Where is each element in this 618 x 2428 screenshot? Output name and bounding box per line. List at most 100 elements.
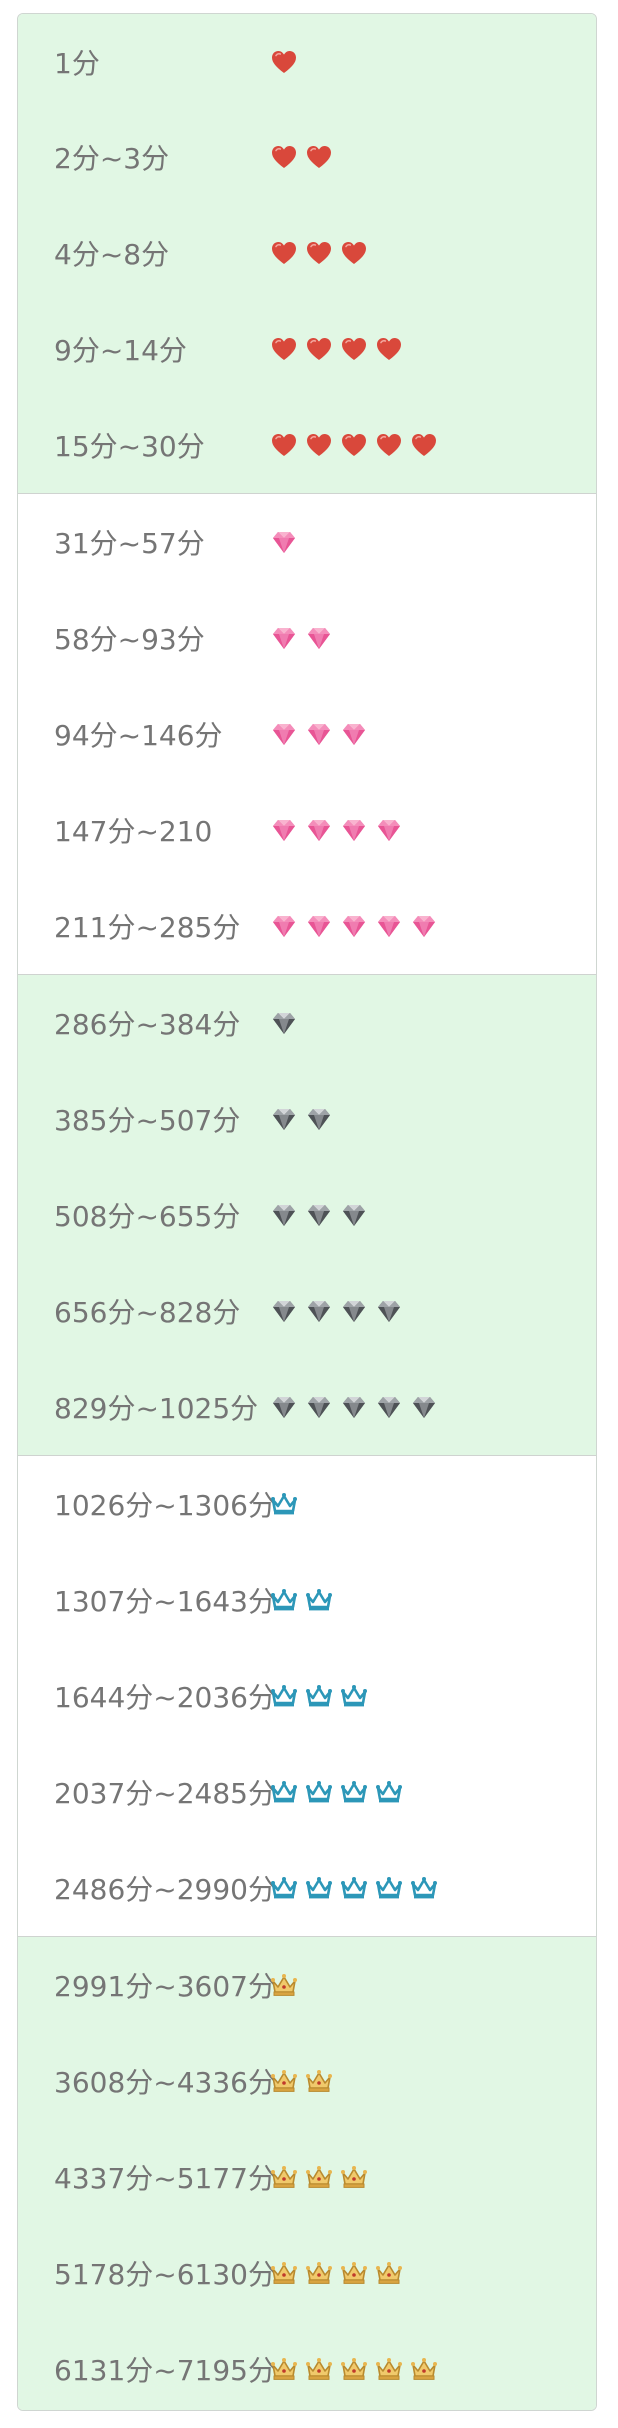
level-icons [270, 2067, 333, 2095]
level-icons [270, 1778, 403, 1806]
pink-diamond-icon [340, 912, 368, 940]
pink-diamond-icon [340, 816, 368, 844]
gold-crown-icon [270, 2067, 298, 2095]
level-row: 1644分~2036分 [18, 1648, 596, 1744]
gold-crown-icon [270, 2355, 298, 2383]
heart-icon [375, 335, 403, 363]
silver-diamond-icon [270, 1297, 298, 1325]
score-range-label: 1分 [54, 46, 100, 80]
level-icons [270, 1201, 368, 1229]
heart-icon [375, 431, 403, 459]
level-group: 2991分~3607分 3608分~4336分 4337分~5177分 5178分~6… [18, 1936, 596, 2410]
score-range-label: 2037分~2485分 [54, 1777, 276, 1810]
level-icons [270, 624, 333, 652]
score-range-label: 1307分~1643分 [54, 1585, 276, 1618]
level-icons [270, 431, 438, 459]
score-range-label: 1026分~1306分 [54, 1489, 276, 1522]
level-row: 4337分~5177分 [18, 2129, 596, 2225]
level-row: 286分~384分 [18, 975, 596, 1071]
level-row: 1307分~1643分 [18, 1552, 596, 1648]
score-range-label: 15分~30分 [54, 430, 205, 463]
score-range-label: 147分~210 [54, 815, 213, 848]
silver-diamond-icon [340, 1297, 368, 1325]
gold-crown-icon [305, 2067, 333, 2095]
silver-diamond-icon [305, 1201, 333, 1229]
level-icons [270, 2259, 403, 2287]
gold-crown-icon [340, 2163, 368, 2191]
pink-diamond-icon [270, 720, 298, 748]
level-group: 31分~57分 58分~93分 94分~146分 147分~210 211分~285分 [18, 493, 596, 974]
level-row: 385分~507分 [18, 1071, 596, 1167]
heart-icon [340, 431, 368, 459]
level-row: 2486分~2990分 [18, 1840, 596, 1936]
heart-icon [270, 335, 298, 363]
gold-crown-icon [375, 2355, 403, 2383]
silver-diamond-icon [305, 1297, 333, 1325]
level-icons [270, 1105, 333, 1133]
pink-diamond-icon [270, 624, 298, 652]
score-range-label: 385分~507分 [54, 1104, 241, 1137]
level-icons [270, 2163, 368, 2191]
heart-icon [270, 431, 298, 459]
blue-crown-icon [270, 1778, 298, 1806]
level-row: 6131分~7195分 [18, 2321, 596, 2410]
score-range-label: 4分~8分 [54, 238, 170, 271]
level-row: 58分~93分 [18, 590, 596, 686]
level-group: 286分~384分 385分~507分 508分~655分 656分~828分 829分… [18, 974, 596, 1455]
score-range-label: 286分~384分 [54, 1008, 241, 1041]
level-icons [270, 1971, 298, 1999]
level-icons [270, 1009, 298, 1037]
level-row: 656分~828分 [18, 1263, 596, 1359]
blue-crown-icon [375, 1874, 403, 1902]
level-row: 2037分~2485分 [18, 1744, 596, 1840]
silver-diamond-icon [270, 1201, 298, 1229]
level-row: 1分 [18, 14, 596, 109]
score-range-label: 656分~828分 [54, 1296, 241, 1329]
silver-diamond-icon [270, 1105, 298, 1133]
silver-diamond-icon [340, 1201, 368, 1229]
pink-diamond-icon [375, 816, 403, 844]
blue-crown-icon [410, 1874, 438, 1902]
gold-crown-icon [410, 2355, 438, 2383]
blue-crown-icon [305, 1874, 333, 1902]
heart-icon [270, 239, 298, 267]
heart-icon [410, 431, 438, 459]
level-icons [270, 1682, 368, 1710]
level-row: 2分~3分 [18, 109, 596, 205]
pink-diamond-icon [270, 912, 298, 940]
score-range-label: 58分~93分 [54, 623, 205, 656]
blue-crown-icon [270, 1682, 298, 1710]
level-icons [270, 912, 438, 940]
heart-icon [305, 335, 333, 363]
level-icons [270, 1490, 298, 1518]
level-icons [270, 239, 368, 267]
score-range-label: 94分~146分 [54, 719, 223, 752]
level-row: 1026分~1306分 [18, 1456, 596, 1552]
level-row: 829分~1025分 [18, 1359, 596, 1455]
level-row: 211分~285分 [18, 878, 596, 974]
gold-crown-icon [270, 1971, 298, 1999]
pink-diamond-icon [340, 720, 368, 748]
level-row: 3608分~4336分 [18, 2033, 596, 2129]
level-table: 1分 2分~3分 4分~8分 9分~14分 15分~30分 31分~57分 58分~93分 9… [17, 13, 597, 2411]
blue-crown-icon [340, 1778, 368, 1806]
blue-crown-icon [305, 1586, 333, 1614]
gold-crown-icon [305, 2259, 333, 2287]
blue-crown-icon [305, 1682, 333, 1710]
gold-crown-icon [340, 2259, 368, 2287]
blue-crown-icon [270, 1586, 298, 1614]
level-icons [270, 2355, 438, 2383]
silver-diamond-icon [410, 1393, 438, 1421]
score-range-label: 2486分~2990分 [54, 1873, 276, 1906]
heart-icon [305, 431, 333, 459]
level-row: 508分~655分 [18, 1167, 596, 1263]
score-range-label: 211分~285分 [54, 911, 241, 944]
pink-diamond-icon [410, 912, 438, 940]
silver-diamond-icon [305, 1393, 333, 1421]
level-group: 1026分~1306分 1307分~1643分 1644分~2036分 2037分~2… [18, 1455, 596, 1936]
score-range-label: 2分~3分 [54, 142, 170, 175]
gold-crown-icon [305, 2355, 333, 2383]
pink-diamond-icon [305, 624, 333, 652]
score-range-label: 508分~655分 [54, 1200, 241, 1233]
heart-icon [270, 48, 298, 76]
